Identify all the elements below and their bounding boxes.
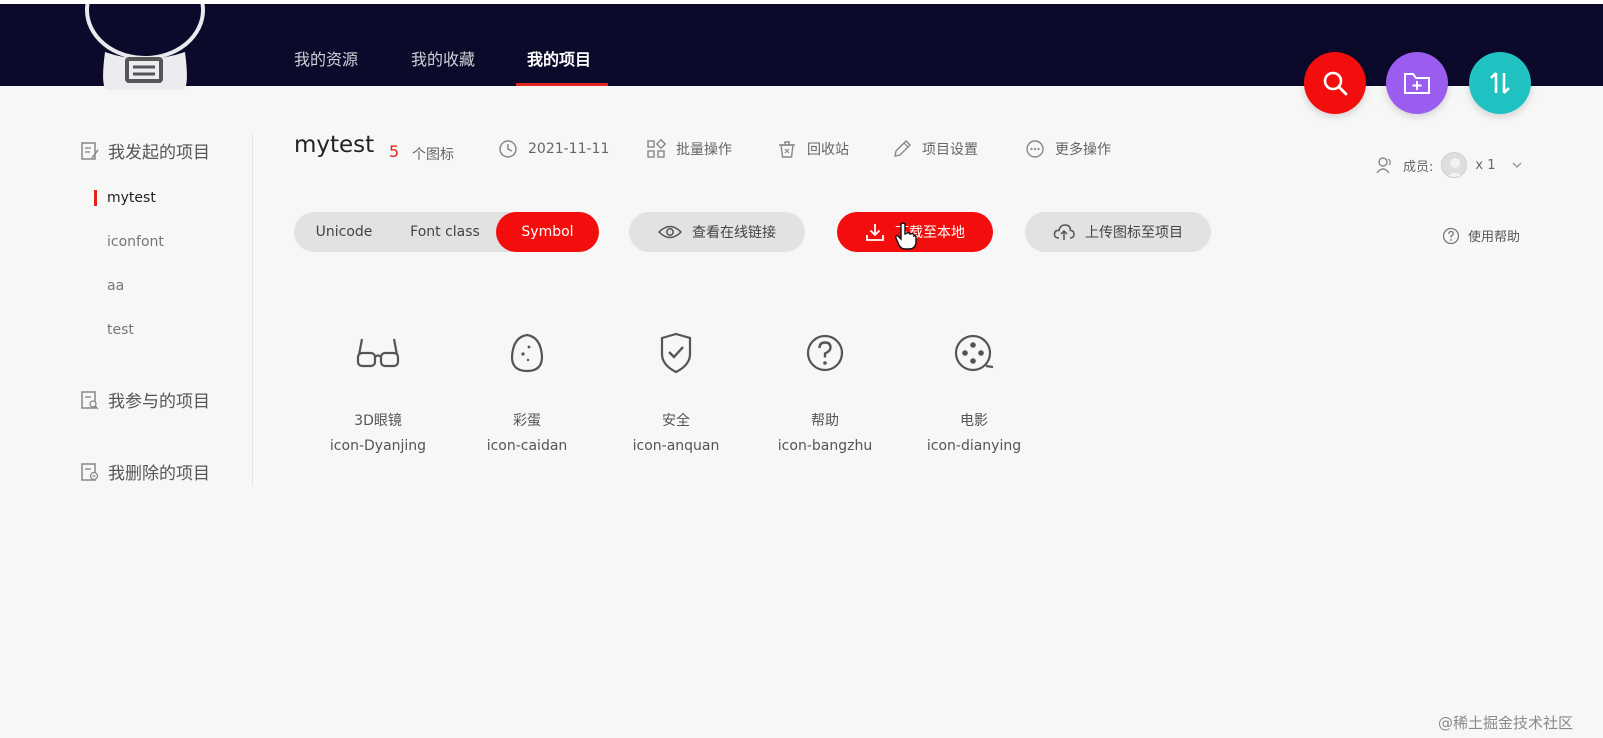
icon-card-shield[interactable]: 安全 icon-anquan bbox=[606, 328, 746, 454]
icon-card-egg[interactable]: 彩蛋 icon-caidan bbox=[457, 328, 597, 454]
more-actions-button[interactable]: 更多操作 bbox=[1025, 139, 1111, 159]
icon-code: icon-bangzhu bbox=[777, 438, 873, 454]
format-tabs: Unicode Font class Symbol bbox=[294, 212, 599, 252]
eye-icon bbox=[658, 225, 682, 239]
icon-card-help[interactable]: 帮助 icon-bangzhu bbox=[755, 328, 895, 454]
view-online-link-label: 查看在线链接 bbox=[692, 225, 776, 241]
sort-button[interactable] bbox=[1469, 52, 1531, 114]
nav-my-resources[interactable]: 我的资源 bbox=[294, 46, 358, 70]
chevron-down-icon bbox=[1512, 162, 1521, 168]
upload-icons-button[interactable]: 上传图标至项目 bbox=[1025, 212, 1211, 252]
nav-my-favorites[interactable]: 我的收藏 bbox=[411, 46, 475, 70]
icon-code: icon-Dyanjing bbox=[329, 438, 427, 454]
icon-code: icon-anquan bbox=[632, 438, 720, 454]
icon-card-3d-glasses[interactable]: 3D眼镜 icon-Dyanjing bbox=[308, 328, 448, 454]
clock-icon bbox=[499, 140, 517, 158]
project-settings-button[interactable]: 项目设置 bbox=[892, 139, 978, 159]
document-delete-icon bbox=[81, 462, 99, 481]
icon-name: 安全 bbox=[662, 413, 690, 429]
avatar-placeholder-icon bbox=[1447, 158, 1464, 177]
pencil-icon bbox=[894, 140, 911, 157]
tab-font-class[interactable]: Font class bbox=[394, 212, 496, 252]
document-edit-icon bbox=[81, 141, 99, 160]
members-count: x 1 bbox=[1475, 157, 1496, 173]
icon-count-label: 个图标 bbox=[412, 147, 454, 163]
sidebar-divider bbox=[252, 134, 253, 486]
sidebar-project-aa[interactable]: aa bbox=[107, 278, 124, 294]
members-label: 成员: bbox=[1403, 159, 1434, 175]
mascot-logo[interactable] bbox=[80, 4, 210, 90]
nav-my-projects[interactable]: 我的项目 bbox=[527, 46, 591, 70]
tab-symbol[interactable]: Symbol bbox=[496, 212, 599, 252]
batch-operation-button[interactable]: 批量操作 bbox=[646, 139, 732, 159]
recycle-bin-label: 回收站 bbox=[807, 142, 849, 158]
icon-name: 3D眼镜 bbox=[354, 413, 402, 429]
help-circle-icon bbox=[1442, 227, 1460, 244]
sidebar-deleted-label: 我删除的项目 bbox=[108, 464, 210, 484]
sidebar-project-mytest[interactable]: mytest bbox=[107, 190, 156, 206]
help-label: 使用帮助 bbox=[1468, 230, 1521, 245]
icon-card-film[interactable]: 电影 icon-dianying bbox=[904, 328, 1044, 454]
project-title: mytest bbox=[294, 132, 375, 158]
sidebar-joined-projects[interactable]: 我参与的项目 bbox=[80, 387, 210, 412]
tab-unicode[interactable]: Unicode bbox=[294, 212, 394, 252]
grid-icon bbox=[647, 139, 666, 158]
project-settings-label: 项目设置 bbox=[922, 142, 978, 158]
help-link[interactable]: 使用帮助 bbox=[1442, 226, 1520, 245]
sidebar-deleted-projects[interactable]: 我删除的项目 bbox=[80, 459, 210, 484]
trash-icon bbox=[779, 141, 795, 158]
view-online-link-button[interactable]: 查看在线链接 bbox=[629, 212, 805, 252]
recycle-bin-button[interactable]: 回收站 bbox=[777, 139, 849, 159]
project-date: 2021-11-11 bbox=[498, 139, 609, 159]
batch-operation-label: 批量操作 bbox=[676, 142, 732, 158]
shield-icon bbox=[660, 332, 692, 374]
active-project-marker bbox=[94, 190, 97, 206]
icon-name: 帮助 bbox=[811, 413, 839, 429]
search-button[interactable] bbox=[1304, 52, 1366, 114]
add-project-button[interactable] bbox=[1386, 52, 1448, 114]
sidebar-project-iconfont[interactable]: iconfont bbox=[107, 234, 164, 250]
sidebar-started-label: 我发起的项目 bbox=[108, 143, 210, 163]
sidebar-started-projects[interactable]: 我发起的项目 bbox=[80, 138, 210, 163]
upload-icons-label: 上传图标至项目 bbox=[1085, 225, 1183, 241]
sort-icon bbox=[1490, 72, 1510, 94]
more-icon bbox=[1026, 140, 1044, 158]
more-actions-label: 更多操作 bbox=[1055, 142, 1111, 158]
help-icon bbox=[806, 334, 844, 372]
sidebar-project-test[interactable]: test bbox=[107, 322, 134, 338]
members-icon bbox=[1376, 157, 1391, 174]
project-date-text: 2021-11-11 bbox=[528, 141, 610, 157]
3d-glasses-icon bbox=[356, 338, 400, 368]
egg-icon bbox=[510, 333, 544, 373]
active-nav-indicator bbox=[516, 83, 608, 86]
film-reel-icon bbox=[954, 334, 994, 372]
hand-cursor-icon bbox=[895, 222, 917, 250]
icon-name: 电影 bbox=[960, 413, 988, 429]
sidebar-joined-label: 我参与的项目 bbox=[108, 392, 210, 412]
watermark: @稀土掘金技术社区 bbox=[1438, 714, 1574, 732]
icon-code: icon-dianying bbox=[926, 438, 1022, 454]
members-selector[interactable]: 成员: x 1 bbox=[1375, 152, 1524, 178]
search-icon bbox=[1323, 71, 1348, 96]
download-icon bbox=[866, 224, 884, 241]
cloud-upload-icon bbox=[1053, 224, 1075, 240]
avatar[interactable] bbox=[1441, 152, 1468, 178]
add-folder-icon bbox=[1404, 73, 1430, 94]
icon-count: 5 bbox=[389, 142, 400, 161]
icon-code: icon-caidan bbox=[486, 438, 568, 454]
icon-name: 彩蛋 bbox=[513, 413, 541, 429]
document-search-icon bbox=[81, 390, 99, 409]
